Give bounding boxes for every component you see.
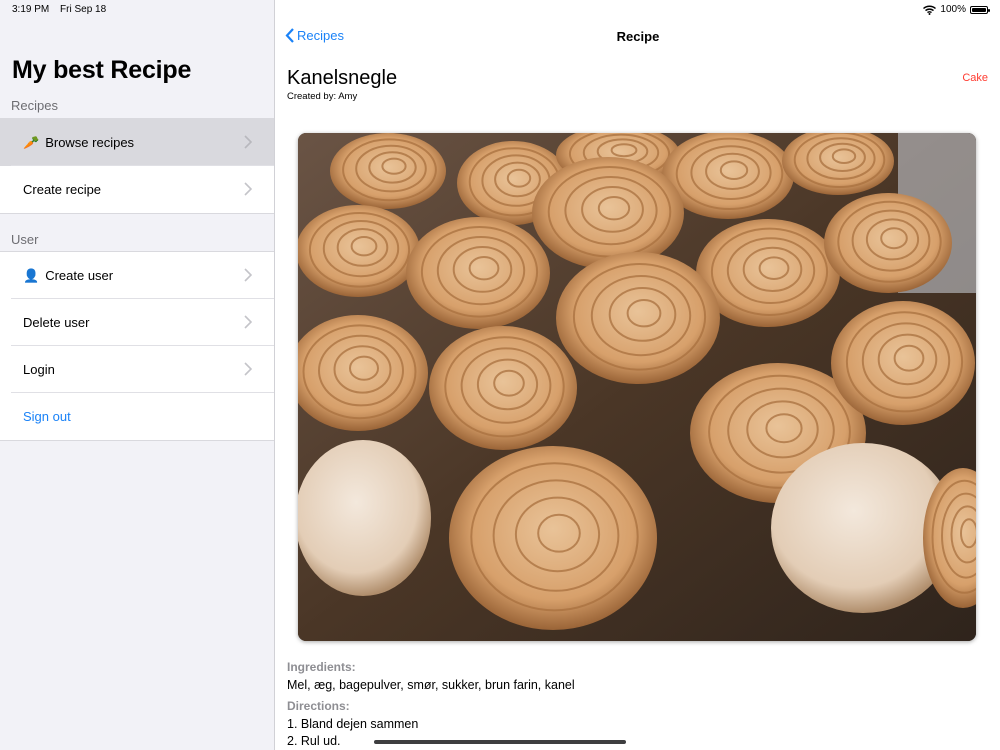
chevron-right-icon bbox=[244, 182, 252, 196]
recipe-photo bbox=[298, 133, 976, 641]
sidebar-title: My best Recipe bbox=[12, 56, 192, 84]
cinnamon-roll bbox=[429, 326, 577, 450]
recipe-category: Cake bbox=[962, 72, 988, 84]
cinnamon-roll bbox=[298, 205, 420, 297]
battery-icon bbox=[970, 5, 990, 14]
wifi-icon bbox=[923, 4, 937, 15]
sidebar-item-label: Create recipe bbox=[23, 182, 102, 197]
sidebar-item-label: Create user bbox=[45, 268, 114, 283]
chevron-right-icon bbox=[244, 135, 252, 149]
direction-step: 2. Rul ud. bbox=[287, 734, 341, 748]
cinnamon-roll bbox=[556, 252, 720, 384]
cinnamon-roll bbox=[406, 217, 550, 329]
status-date: Fri Sep 18 bbox=[60, 4, 107, 15]
cinnamon-rolls-image bbox=[298, 133, 976, 641]
directions-label: Directions: bbox=[287, 699, 350, 713]
section-header-user: User bbox=[11, 232, 39, 247]
recipe-author: Created by: Amy bbox=[287, 91, 358, 102]
recipe-name: Kanelsnegle bbox=[287, 67, 398, 89]
sidebar-item-sign-out[interactable]: Sign out bbox=[0, 392, 274, 440]
recipe-detail: 100% Recipes Recipe Kanelsnegle Created … bbox=[276, 0, 1000, 750]
sidebar-item-login[interactable]: Login bbox=[0, 345, 274, 393]
nav-title: Recipe bbox=[616, 29, 660, 44]
sidebar-item-create-user[interactable]: 👤 Create user bbox=[0, 252, 274, 299]
carrot-icon: 🥕 bbox=[23, 134, 40, 150]
chevron-right-icon bbox=[244, 268, 252, 282]
sidebar-item-create-recipe[interactable]: Create recipe bbox=[0, 165, 274, 213]
battery-fill bbox=[972, 7, 986, 12]
cinnamon-roll bbox=[831, 301, 975, 425]
ingredients-label: Ingredients: bbox=[287, 660, 356, 674]
sidebar-item-label: Browse recipes bbox=[45, 135, 135, 150]
cinnamon-roll bbox=[824, 193, 952, 293]
cinnamon-roll bbox=[330, 133, 446, 209]
sidebar-item-browse-recipes[interactable]: 🥕 Browse recipes bbox=[0, 119, 274, 166]
chevron-right-icon bbox=[244, 315, 252, 329]
chevron-right-icon bbox=[244, 362, 252, 376]
cinnamon-roll bbox=[449, 446, 657, 630]
ingredients-text: Mel, æg, bagepulver, smør, sukker, brun … bbox=[287, 678, 575, 692]
home-indicator bbox=[374, 740, 626, 744]
sidebar-item-label: Delete user bbox=[23, 315, 90, 330]
user-icon: 👤 bbox=[23, 267, 40, 283]
recipes-group: 🥕 Browse recipes Create recipe bbox=[0, 118, 274, 214]
section-header-recipes: Recipes bbox=[11, 98, 58, 113]
user-group: 👤 Create user Delete user Login Sign out bbox=[0, 251, 274, 441]
sidebar-item-label: Login bbox=[23, 362, 55, 377]
status-bar-left: 3:19 PM Fri Sep 18 bbox=[12, 4, 114, 15]
sidebar-item-delete-user[interactable]: Delete user bbox=[0, 298, 274, 346]
cinnamon-roll bbox=[298, 440, 431, 596]
sidebar: 3:19 PM Fri Sep 18 My best Recipe Recipe… bbox=[0, 0, 275, 750]
direction-step: 1. Bland dejen sammen bbox=[287, 717, 419, 731]
sidebar-item-label: Sign out bbox=[23, 409, 71, 424]
battery-percent: 100% bbox=[940, 4, 966, 15]
cinnamon-roll bbox=[532, 157, 684, 269]
status-bar-right: 100% bbox=[923, 4, 990, 15]
status-time: 3:19 PM bbox=[12, 4, 50, 15]
